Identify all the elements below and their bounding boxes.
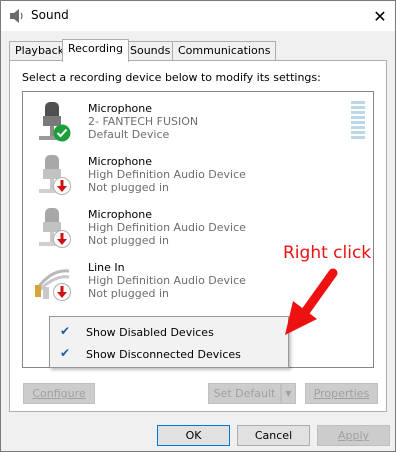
- device-item-microphone-hd-1[interactable]: Microphone High Definition Audio Device …: [23, 149, 373, 201]
- device-status: Default Device: [88, 128, 170, 141]
- check-icon: ✔: [60, 346, 71, 360]
- device-description: High Definition Audio Device: [88, 221, 246, 234]
- level-meter: [351, 101, 365, 143]
- device-status: Not plugged in: [88, 234, 170, 247]
- annotation-arrow-icon: [285, 268, 338, 335]
- unplugged-arrow-badge-icon: [53, 283, 71, 304]
- context-menu: ✔ Show Disabled Devices ✔ Show Disconnec…: [49, 316, 289, 368]
- title-bar[interactable]: Sound ✕: [1, 1, 395, 31]
- apply-button[interactable]: Apply: [317, 425, 390, 446]
- speaker-icon: [9, 8, 25, 24]
- device-description: High Definition Audio Device: [88, 168, 246, 181]
- check-icon: ✔: [60, 324, 71, 338]
- menu-item-show-disconnected-devices[interactable]: ✔ Show Disconnected Devices: [52, 343, 286, 365]
- properties-button[interactable]: Properties: [305, 383, 378, 404]
- menu-item-show-disabled-devices[interactable]: ✔ Show Disabled Devices: [52, 321, 286, 343]
- device-name: Microphone: [88, 155, 153, 168]
- unplugged-arrow-badge-icon: [53, 230, 71, 251]
- menu-item-label: Show Disabled Devices: [86, 326, 214, 339]
- device-item-microphone-fantech[interactable]: Microphone 2- FANTECH FUSION Default Dev…: [23, 96, 373, 148]
- tab-recording[interactable]: Recording: [62, 39, 130, 62]
- tab-communications[interactable]: Communications: [172, 41, 277, 61]
- device-description: 2- FANTECH FUSION: [88, 115, 199, 128]
- close-button[interactable]: ✕: [365, 1, 395, 31]
- right-click-annotation: Right click: [283, 243, 372, 263]
- cancel-button[interactable]: Cancel: [237, 425, 310, 446]
- set-default-button[interactable]: Set Default: [208, 383, 281, 404]
- tab-playback[interactable]: Playback: [9, 41, 71, 61]
- menu-item-label: Show Disconnected Devices: [86, 348, 241, 361]
- set-default-dropdown-arrow[interactable]: ▼: [281, 383, 296, 404]
- device-name: Microphone: [88, 102, 153, 115]
- default-check-badge-icon: [53, 124, 71, 145]
- ok-button[interactable]: OK: [157, 425, 230, 446]
- tab-sounds[interactable]: Sounds: [124, 41, 177, 61]
- device-status: Not plugged in: [88, 181, 170, 194]
- device-description: High Definition Audio Device: [88, 274, 246, 287]
- tab-strip: Playback Recording Sounds Communications: [9, 39, 387, 62]
- device-status: Not plugged in: [88, 287, 170, 300]
- device-name: Line In: [88, 261, 125, 274]
- unplugged-arrow-badge-icon: [53, 177, 71, 198]
- instruction-text: Select a recording device below to modif…: [22, 71, 321, 84]
- sound-dialog: Sound ✕ Playback Recording Sounds Commun…: [0, 0, 396, 452]
- configure-button[interactable]: Configure: [23, 383, 95, 404]
- device-name: Microphone: [88, 208, 153, 221]
- window-title: Sound: [31, 8, 69, 22]
